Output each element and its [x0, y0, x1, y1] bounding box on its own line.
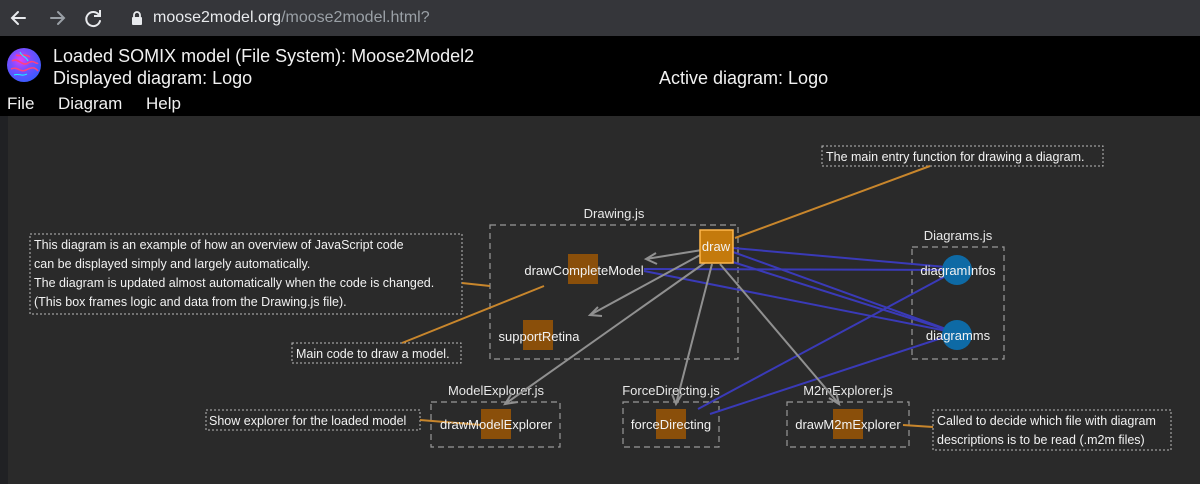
node-label-support-retina: supportRetina — [499, 329, 581, 344]
node-label-diagram-infos: diagramInfos — [920, 263, 996, 278]
comment-link-m2m — [902, 424, 934, 428]
group-title-m2m-explorer: M2mExplorer.js — [803, 383, 893, 398]
comment-m2m-line-2: descriptions is to be read (.m2m files) — [937, 433, 1145, 447]
node-label-force-directing: forceDirecting — [631, 417, 711, 432]
group-title-force-directing: ForceDirecting.js — [622, 383, 720, 398]
comment-example-line-2: can be displayed simply and largely auto… — [34, 257, 310, 271]
comment-example-line-4: (This box frames logic and data from the… — [34, 295, 347, 309]
comment-link-example — [461, 282, 491, 287]
group-title-drawing: Drawing.js — [584, 206, 645, 221]
comment-m2m-line-1: Called to decide which file with diagram — [937, 414, 1156, 428]
node-label-draw-model-explorer: drawModelExplorer — [440, 417, 553, 432]
comment-explorer: Show explorer for the loaded model — [209, 414, 406, 428]
node-label-diagramms: diagramms — [926, 328, 991, 343]
comment-main-code: Main code to draw a model. — [296, 347, 450, 361]
node-label-draw: draw — [702, 239, 731, 254]
group-title-diagrams: Diagrams.js — [924, 228, 993, 243]
comment-example-line-1: This diagram is an example of how an ove… — [34, 238, 404, 252]
node-label-draw-complete-model: drawCompleteModel — [524, 263, 643, 278]
comment-link-entry — [734, 165, 931, 239]
comment-entry: The main entry function for drawing a di… — [826, 150, 1084, 164]
comment-example-line-3: The diagram is updated almost automatica… — [34, 276, 434, 290]
node-label-draw-m2m-explorer: drawM2mExplorer — [795, 417, 901, 432]
diagram-svg: Drawing.js Diagrams.js ModelExplorer.js … — [29, 145, 1172, 451]
